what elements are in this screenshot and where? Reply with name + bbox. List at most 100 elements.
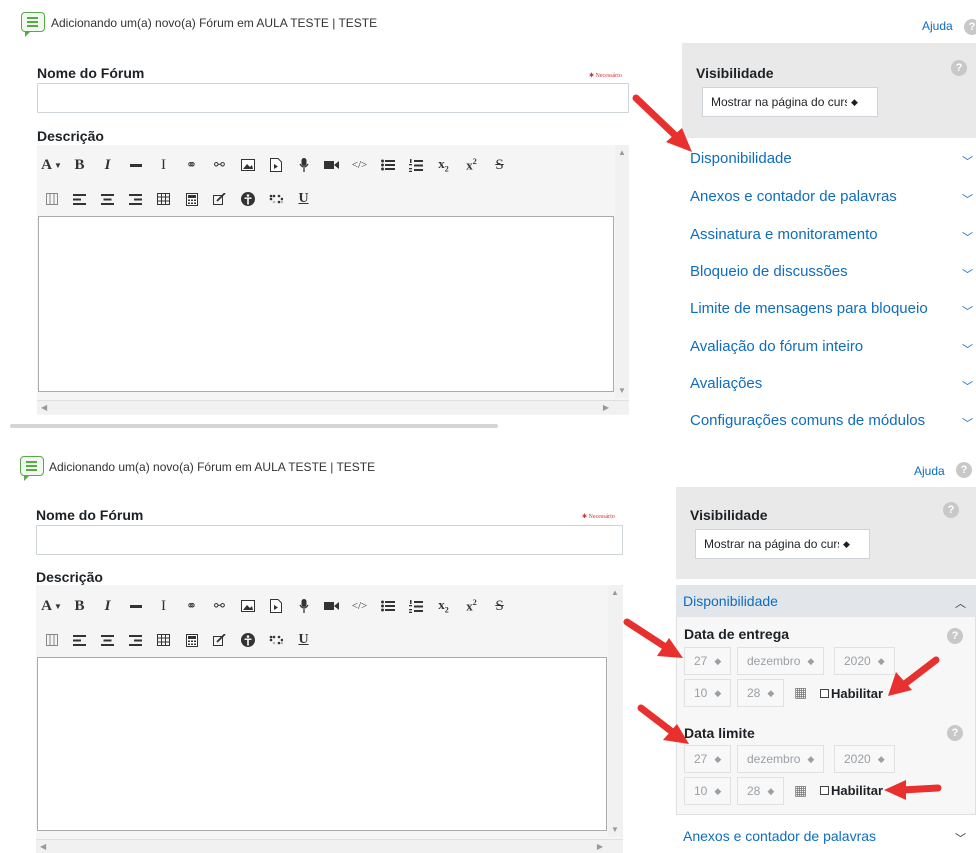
edit-icon[interactable] (208, 629, 231, 651)
due-date-help-icon[interactable]: ? (947, 628, 963, 644)
section-link-6[interactable]: Avaliação do fórum inteiro (690, 338, 863, 355)
strikethrough-icon[interactable]: S (488, 595, 511, 617)
forum-name-input[interactable] (36, 525, 623, 555)
visibility-select[interactable]: Mostrar na página do curso ◆ (695, 529, 870, 559)
section-link-4[interactable]: Bloqueio de discussões (690, 263, 848, 280)
superscript-icon[interactable]: x2 (460, 154, 483, 176)
html-icon[interactable]: </> (348, 595, 371, 617)
calendar-icon[interactable]: ▦ (794, 782, 807, 799)
image-icon[interactable] (236, 154, 259, 176)
horizontal-rule-icon[interactable] (124, 154, 147, 176)
table-icon[interactable] (152, 188, 175, 210)
availability-title[interactable]: Disponibilidade (683, 593, 778, 609)
forum-name-input[interactable] (37, 83, 629, 113)
bullet-list-icon[interactable] (376, 154, 399, 176)
due-day-select[interactable]: 27 ◆ (684, 647, 732, 675)
help-icon[interactable]: ? (956, 462, 972, 478)
cutoff-hour-select[interactable]: 10 ◆ (684, 777, 732, 805)
section-link-2[interactable]: Anexos e contador de palavras (690, 188, 897, 205)
chevron-down-icon[interactable]: ﹀ (962, 229, 973, 245)
subscript-icon[interactable]: x2 (432, 154, 455, 176)
section-link-8[interactable]: Configurações comuns de módulos (690, 412, 925, 429)
editor-vertical-scrollbar[interactable]: ▲ ▼ (615, 145, 629, 398)
align-center-icon[interactable] (96, 629, 119, 651)
record-audio-icon[interactable] (292, 595, 315, 617)
section-link-1[interactable]: Disponibilidade (690, 150, 792, 167)
numbered-list-icon[interactable] (404, 595, 427, 617)
chevron-down-icon[interactable]: ﹀ (962, 153, 973, 169)
accessibility-icon[interactable] (236, 629, 259, 651)
record-audio-icon[interactable] (292, 154, 315, 176)
cutoff-minute-select[interactable]: 28 ◆ (737, 777, 785, 805)
help-icon[interactable]: ? (964, 19, 976, 35)
calendar-icon[interactable]: ▦ (794, 684, 807, 701)
underline-icon[interactable]: U (292, 629, 315, 651)
due-year-select[interactable]: 2020 ◆ (834, 647, 895, 675)
cutoff-date-help-icon[interactable]: ? (947, 725, 963, 741)
cutoff-year-select[interactable]: 2020 ◆ (834, 745, 895, 773)
visibility-select[interactable]: Mostrar na página do curso ◆ (702, 87, 878, 117)
media-icon[interactable] (264, 154, 287, 176)
visibility-help-icon[interactable]: ? (943, 502, 959, 518)
font-size-icon[interactable]: A ▼ (40, 595, 63, 617)
media-icon[interactable] (264, 595, 287, 617)
align-right-icon[interactable] (124, 188, 147, 210)
italic-icon[interactable]: I (96, 595, 119, 617)
chevron-up-icon[interactable]: ︿ (955, 595, 966, 611)
unlink-icon[interactable]: ⚯ (208, 595, 231, 617)
cutoff-month-select[interactable]: dezembro ◆ (737, 745, 825, 773)
due-hour-select[interactable]: 10 ◆ (684, 679, 732, 707)
link-icon[interactable]: ⚭ (180, 595, 203, 617)
subscript-icon[interactable]: x2 (432, 595, 455, 617)
align-left-icon[interactable] (68, 188, 91, 210)
image-icon[interactable] (236, 595, 259, 617)
align-right-icon[interactable] (124, 629, 147, 651)
html-icon[interactable]: </> (348, 154, 371, 176)
underline-icon[interactable]: U (292, 188, 315, 210)
record-video-icon[interactable] (320, 154, 343, 176)
column-layout-icon[interactable] (40, 188, 63, 210)
link-icon[interactable]: ⚭ (180, 154, 203, 176)
calculator-icon[interactable] (180, 188, 203, 210)
help-link[interactable]: Ajuda (914, 464, 945, 478)
description-editor[interactable] (38, 216, 614, 392)
calculator-icon[interactable] (180, 629, 203, 651)
record-video-icon[interactable] (320, 595, 343, 617)
section-link-attachments[interactable]: Anexos e contador de palavras (683, 828, 876, 844)
bold-icon[interactable]: B (68, 154, 91, 176)
edit-icon[interactable] (208, 188, 231, 210)
chevron-down-icon[interactable]: ﹀ (962, 378, 973, 394)
visibility-help-icon[interactable]: ? (951, 60, 967, 76)
braille-icon[interactable] (264, 188, 287, 210)
due-enable-checkbox[interactable] (820, 689, 829, 698)
section-link-5[interactable]: Limite de mensagens para bloqueio (690, 300, 928, 317)
chevron-down-icon[interactable]: ﹀ (962, 415, 973, 431)
table-icon[interactable] (152, 629, 175, 651)
editor-horizontal-scrollbar[interactable]: ◀ ▶ (37, 400, 629, 414)
strikethrough-icon[interactable]: S (488, 154, 511, 176)
due-enable-label[interactable]: Habilitar (831, 686, 883, 701)
superscript-icon[interactable]: x2 (460, 595, 483, 617)
editor-vertical-scrollbar[interactable]: ▲ ▼ (608, 585, 623, 837)
clear-formatting-icon[interactable]: I (152, 154, 175, 176)
unlink-icon[interactable]: ⚯ (208, 154, 231, 176)
description-editor[interactable] (37, 657, 607, 831)
accessibility-icon[interactable] (236, 188, 259, 210)
align-left-icon[interactable] (68, 629, 91, 651)
bullet-list-icon[interactable] (376, 595, 399, 617)
font-size-icon[interactable]: A ▼ (40, 154, 63, 176)
horizontal-rule-icon[interactable] (124, 595, 147, 617)
section-link-7[interactable]: Avaliações (690, 375, 762, 392)
align-center-icon[interactable] (96, 188, 119, 210)
column-layout-icon[interactable] (40, 629, 63, 651)
section-link-3[interactable]: Assinatura e monitoramento (690, 226, 878, 243)
chevron-down-icon[interactable]: ﹀ (962, 266, 973, 282)
chevron-down-icon[interactable]: ﹀ (955, 830, 966, 846)
editor-horizontal-scrollbar[interactable]: ◀ ▶ (36, 839, 623, 853)
braille-icon[interactable] (264, 629, 287, 651)
due-month-select[interactable]: dezembro ◆ (737, 647, 825, 675)
bold-icon[interactable]: B (68, 595, 91, 617)
numbered-list-icon[interactable] (404, 154, 427, 176)
cutoff-day-select[interactable]: 27 ◆ (684, 745, 732, 773)
cutoff-enable-label[interactable]: Habilitar (831, 783, 883, 798)
